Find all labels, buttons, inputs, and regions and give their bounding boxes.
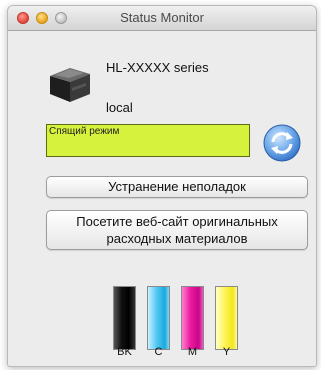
ink-bar-magenta [181,286,204,350]
refresh-button[interactable] [262,123,302,163]
ink-label-yellow: Y [222,346,231,358]
status-text: Спящий режим [49,126,120,137]
troubleshooting-button[interactable]: Устранение неполадок [46,176,308,198]
ink-bar-black [113,286,136,350]
ink-label-cyan: C [154,346,163,358]
ink-label-magenta: M [187,346,198,358]
printer-icon [50,68,90,102]
printer-model-name: HL-XXXXX series [106,60,209,75]
ink-label-black: BK [117,346,132,358]
status-monitor-window: Status Monitor HL-XXXXX series local Спя… [7,5,317,367]
ink-bar-yellow [215,286,238,350]
connection-type: local [106,100,133,115]
title-bar[interactable]: Status Monitor [8,6,316,31]
window-title: Status Monitor [120,10,204,25]
status-display: Спящий режим [46,124,250,157]
supplies-button-line-1: Посетите веб-сайт оригинальных [76,214,278,229]
ink-bar-cyan [147,286,170,350]
visit-supplies-website-button[interactable]: Посетите веб-сайт оригинальных расходных… [46,210,308,250]
supplies-button-line-2: расходных материалов [106,231,248,246]
